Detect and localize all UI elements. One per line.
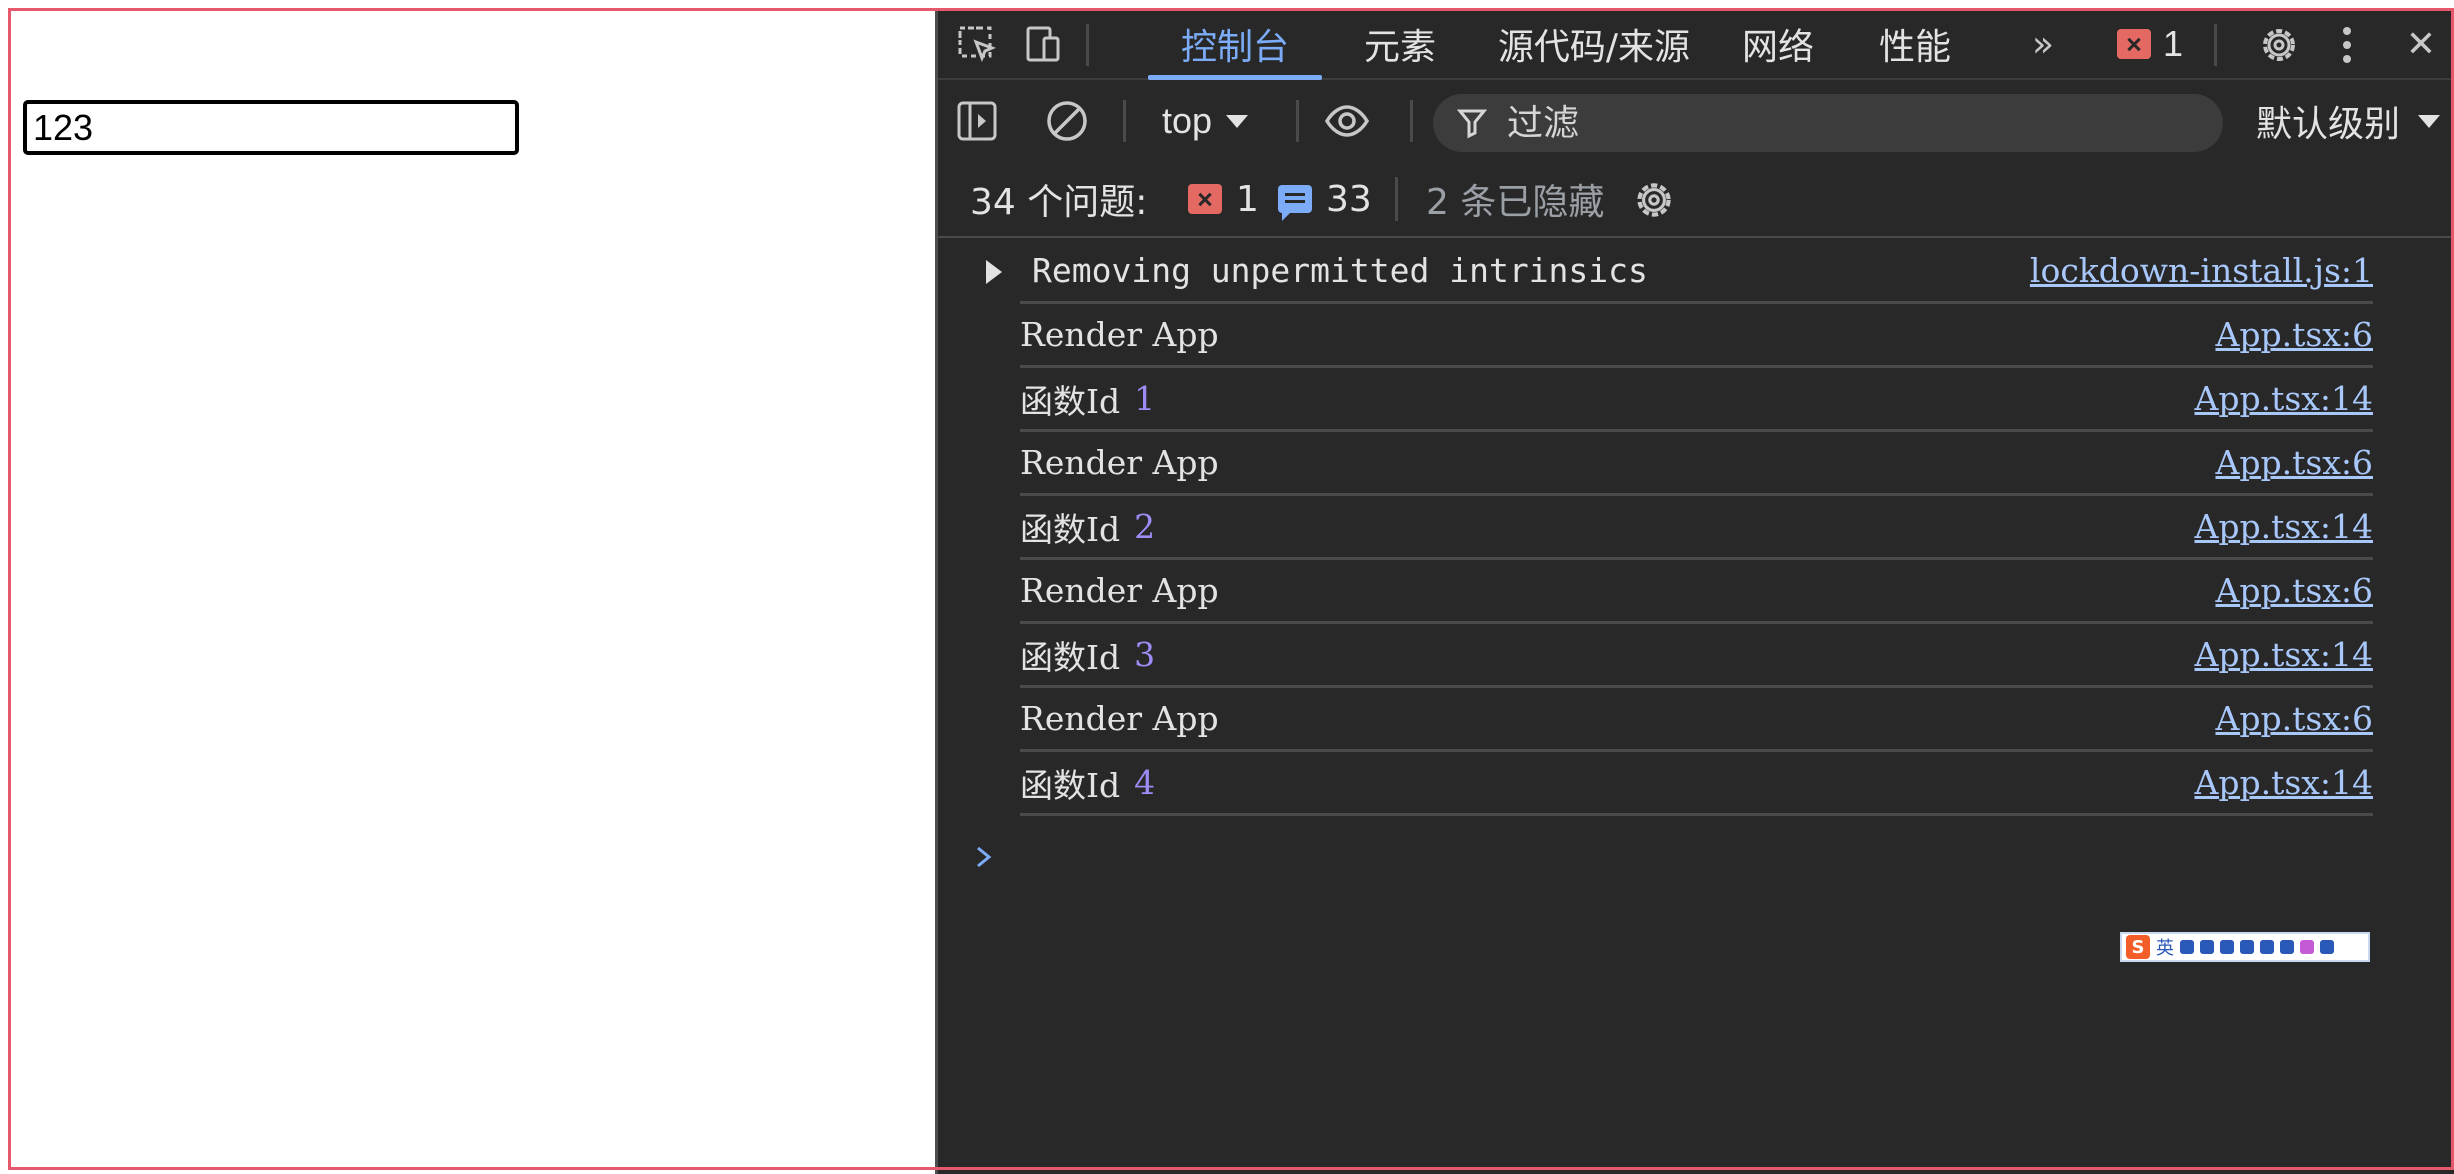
- source-link[interactable]: App.tsx:6: [2216, 443, 2374, 482]
- toolbar-separator: [1410, 100, 1413, 142]
- console-message: Render App: [1020, 571, 1219, 610]
- expand-triangle-icon[interactable]: [986, 260, 1002, 284]
- console-row: Render App App.tsx:6: [1020, 688, 2373, 752]
- context-selector[interactable]: top: [1162, 96, 1249, 146]
- issues-info-count: 33: [1326, 178, 1372, 220]
- error-icon: [2117, 29, 2151, 59]
- ime-skin-icon[interactable]: [2300, 940, 2314, 954]
- tab-elements[interactable]: 元素: [1346, 8, 1454, 80]
- ime-toolbar[interactable]: S 英: [2120, 932, 2370, 962]
- toolbar-separator: [1086, 24, 1089, 66]
- source-link[interactable]: App.tsx:14: [2195, 635, 2374, 674]
- tab-sources[interactable]: 源代码/来源: [1488, 8, 1700, 80]
- source-link[interactable]: App.tsx:14: [2195, 763, 2374, 802]
- console-message: 函数Id: [1020, 509, 1121, 549]
- tab-console[interactable]: 控制台: [1148, 8, 1322, 80]
- console-row[interactable]: Removing unpermitted intrinsics lockdown…: [986, 240, 2373, 304]
- source-link[interactable]: App.tsx:6: [2216, 699, 2374, 738]
- filter-field[interactable]: [1433, 94, 2223, 152]
- tab-performance[interactable]: 性能: [1864, 8, 1966, 80]
- text-input[interactable]: [23, 100, 519, 155]
- console-row: 函数Id 3 App.tsx:14: [1020, 624, 2373, 688]
- console-prompt-chevron-icon[interactable]: [972, 845, 996, 869]
- error-icon: [1188, 184, 1222, 214]
- toolbar-separator: [2214, 24, 2217, 66]
- clear-console-icon[interactable]: [1042, 96, 1092, 146]
- console-row: Render App App.tsx:6: [1020, 560, 2373, 624]
- source-link[interactable]: App.tsx:14: [2195, 507, 2374, 546]
- console-message: 函数Id: [1020, 765, 1121, 805]
- hidden-issues-label: 2 条已隐藏: [1426, 182, 1605, 223]
- log-level-label: 默认级别: [2256, 104, 2401, 145]
- source-link[interactable]: App.tsx:6: [2216, 315, 2374, 354]
- console-row: 函数Id 4 App.tsx:14: [1020, 752, 2373, 816]
- ime-logo-icon: S: [2126, 935, 2150, 959]
- console-number: 1: [1134, 379, 1156, 418]
- console-message: Render App: [1020, 699, 1219, 738]
- source-link[interactable]: App.tsx:6: [2216, 571, 2374, 610]
- console-filter-bar: top 默认级别: [938, 82, 2454, 162]
- issues-separator: [1395, 177, 1398, 221]
- device-toolbar-icon[interactable]: [1018, 20, 1068, 70]
- issues-error-count: 1: [1236, 178, 1259, 220]
- error-count-badge[interactable]: 1: [2117, 22, 2183, 66]
- ime-moon-icon[interactable]: [2180, 940, 2194, 954]
- close-devtools-button[interactable]: ✕: [2396, 8, 2446, 80]
- tab-network[interactable]: 网络: [1722, 8, 1834, 80]
- error-count: 1: [2163, 23, 2184, 64]
- ime-user-icon[interactable]: [2280, 940, 2294, 954]
- console-number: 4: [1134, 763, 1156, 802]
- console-message: Render App: [1020, 443, 1219, 482]
- source-link[interactable]: App.tsx:14: [2195, 379, 2374, 418]
- console-message: Removing unpermitted intrinsics: [1032, 251, 1648, 290]
- console-message: Render App: [1020, 315, 1219, 354]
- more-tabs-button[interactable]: »: [2018, 8, 2068, 80]
- ime-keyboard-icon[interactable]: [2260, 940, 2274, 954]
- console-message: 函数Id: [1020, 637, 1121, 677]
- live-expression-eye-icon[interactable]: [1322, 96, 1372, 146]
- console-number: 3: [1134, 635, 1156, 674]
- console-row: 函数Id 2 App.tsx:14: [1020, 496, 2373, 560]
- context-label: top: [1162, 100, 1213, 141]
- toolbar-separator: [1296, 100, 1299, 142]
- inspect-element-icon[interactable]: [952, 20, 1002, 70]
- source-link[interactable]: lockdown-install.js:1: [2030, 251, 2373, 290]
- ime-punct-icon[interactable]: [2200, 940, 2214, 954]
- chevron-down-icon: [2418, 114, 2441, 128]
- console-row: Render App App.tsx:6: [1020, 304, 2373, 368]
- console-message: 函数Id: [1020, 381, 1121, 421]
- settings-gear-icon[interactable]: [2254, 20, 2304, 70]
- ime-menu-icon[interactable]: [2320, 940, 2334, 954]
- message-icon: [1278, 185, 1312, 221]
- page-viewport: [11, 11, 935, 1168]
- more-options-icon[interactable]: [2322, 20, 2372, 70]
- console-log: Removing unpermitted intrinsics lockdown…: [938, 240, 2454, 816]
- filter-input[interactable]: [1507, 102, 2107, 144]
- issues-infos[interactable]: 33: [1278, 178, 1372, 221]
- console-row: Render App App.tsx:6: [1020, 432, 2373, 496]
- log-level-selector[interactable]: 默认级别: [2256, 96, 2441, 146]
- chevron-down-icon: [1226, 114, 1249, 128]
- console-number: 2: [1134, 507, 1156, 546]
- issues-settings-gear-icon[interactable]: [1630, 176, 1678, 224]
- toolbar-separator: [1123, 100, 1126, 142]
- sidebar-toggle-icon[interactable]: [952, 96, 1002, 146]
- console-row: 函数Id 1 App.tsx:14: [1020, 368, 2373, 432]
- issues-bar: 34 个问题: 1 33 2 条已隐藏: [938, 162, 2454, 238]
- filter-funnel-icon: [1457, 109, 1487, 139]
- ime-emoji-icon[interactable]: [2220, 940, 2234, 954]
- devtools-toolbar: 控制台 元素 源代码/来源 网络 性能 » 1 ✕: [938, 8, 2454, 80]
- issues-errors[interactable]: 1: [1188, 179, 1259, 220]
- ime-voice-icon[interactable]: [2240, 940, 2254, 954]
- devtools-panel: 控制台 元素 源代码/来源 网络 性能 » 1 ✕ top 过滤 默认级别 34…: [935, 8, 2454, 1174]
- issues-count-label: 34 个问题:: [970, 182, 1148, 223]
- ime-mode-label[interactable]: 英: [2156, 934, 2174, 960]
